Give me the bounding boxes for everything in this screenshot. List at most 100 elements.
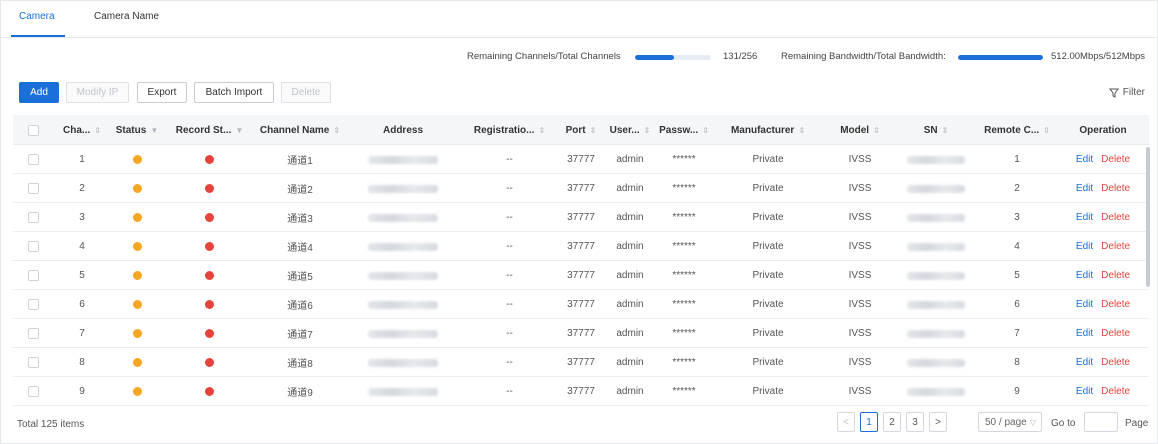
cell-user: admin <box>616 212 644 223</box>
edit-link[interactable]: Edit <box>1076 328 1093 339</box>
edit-link[interactable]: Edit <box>1076 299 1093 310</box>
row-checkbox[interactable] <box>27 386 39 397</box>
cell-user: admin <box>616 386 644 397</box>
modify-ip-button[interactable]: Modify IP <box>66 82 129 103</box>
cell-password: ****** <box>672 328 696 339</box>
filter-icon[interactable]: ▼ <box>235 126 243 135</box>
row-checkbox[interactable] <box>27 183 39 194</box>
column-header-remote-channel[interactable]: Remote C... ⇕ <box>975 115 1059 145</box>
cell-status <box>111 203 163 232</box>
tab-camera[interactable]: Camera <box>19 11 55 22</box>
column-header-manufacturer[interactable]: Manufacturer ⇕ <box>713 115 823 145</box>
select-all-checkbox[interactable] <box>27 124 39 136</box>
sort-icon[interactable]: ⇕ <box>538 126 545 135</box>
column-header-registration[interactable]: Registratio... ⇕ <box>462 115 557 145</box>
bandwidth-progress-fill <box>958 55 1043 60</box>
status-indicator-icon <box>132 213 142 222</box>
delete-link[interactable]: Delete <box>1101 212 1130 223</box>
row-checkbox[interactable] <box>27 299 39 310</box>
column-header-operation: Operation <box>1059 115 1147 145</box>
row-checkbox[interactable] <box>27 241 39 252</box>
delete-button[interactable]: Delete <box>281 82 331 103</box>
filter-button[interactable]: Filter <box>1108 87 1145 98</box>
page-1-button[interactable]: 1 <box>860 412 878 432</box>
column-header-sn[interactable]: SN ⇕ <box>897 115 975 145</box>
cell-address <box>344 319 462 348</box>
chevron-down-icon: ▽ <box>1029 417 1036 427</box>
page-3-button[interactable]: 3 <box>906 412 924 432</box>
sort-icon[interactable]: ⇕ <box>942 126 949 135</box>
page-size-select[interactable]: 50 / page ▽ <box>978 412 1042 432</box>
delete-link[interactable]: Delete <box>1101 299 1130 310</box>
column-header-port[interactable]: Port ⇕ <box>557 115 605 145</box>
cell-remote-channel: 5 <box>1014 270 1020 281</box>
column-header-label: Address <box>382 124 423 136</box>
export-button[interactable]: Export <box>137 82 187 103</box>
edit-link[interactable]: Edit <box>1076 212 1093 223</box>
sort-icon[interactable]: ⇕ <box>1043 126 1050 135</box>
column-header-channel[interactable]: Cha... ⇕ <box>53 115 111 145</box>
table-scrollbar[interactable] <box>1146 147 1150 287</box>
redacted-address <box>368 271 438 280</box>
redacted-sn <box>907 300 965 309</box>
page-2-button[interactable]: 2 <box>883 412 901 432</box>
cell-channel: 2 <box>79 183 85 194</box>
delete-link[interactable]: Delete <box>1101 270 1130 281</box>
sort-icon[interactable]: ⇕ <box>94 126 101 135</box>
column-header-model[interactable]: Model ⇕ <box>823 115 897 145</box>
filter-icon[interactable]: ▼ <box>150 126 158 135</box>
sort-icon[interactable]: ⇕ <box>644 126 651 135</box>
delete-link[interactable]: Delete <box>1101 241 1130 252</box>
sort-icon[interactable]: ⇕ <box>702 126 709 135</box>
edit-link[interactable]: Edit <box>1076 183 1093 194</box>
row-checkbox[interactable] <box>27 270 39 281</box>
edit-link[interactable]: Edit <box>1076 270 1093 281</box>
channels-value: 131/256 <box>723 51 758 62</box>
edit-link[interactable]: Edit <box>1076 386 1093 397</box>
edit-link[interactable]: Edit <box>1076 154 1093 165</box>
goto-page-input[interactable] <box>1084 412 1118 432</box>
delete-link[interactable]: Delete <box>1101 328 1130 339</box>
record-status-icon <box>205 387 214 396</box>
channels-progress-bar <box>635 55 711 60</box>
cell-status <box>111 261 163 290</box>
delete-link[interactable]: Delete <box>1101 357 1130 368</box>
delete-link[interactable]: Delete <box>1101 386 1130 397</box>
sort-icon[interactable]: ⇕ <box>333 126 340 135</box>
cell-sn <box>897 290 975 319</box>
cell-registration: -- <box>506 183 513 194</box>
sort-icon[interactable]: ⇕ <box>590 126 597 135</box>
column-header-password[interactable]: Passw... ⇕ <box>655 115 713 145</box>
add-button[interactable]: Add <box>19 82 59 103</box>
row-checkbox[interactable] <box>27 154 39 165</box>
column-header-user[interactable]: User... ⇕ <box>605 115 655 145</box>
cell-registration: -- <box>506 386 513 397</box>
cell-registration: -- <box>506 270 513 281</box>
column-header-channel-name[interactable]: Channel Name ⇕ <box>256 115 344 145</box>
delete-link[interactable]: Delete <box>1101 154 1130 165</box>
edit-link[interactable]: Edit <box>1076 241 1093 252</box>
cell-record-status <box>163 174 256 203</box>
column-header-label: User... <box>609 124 640 136</box>
row-checkbox[interactable] <box>27 328 39 339</box>
cell-address <box>344 261 462 290</box>
cell-operation: Edit Delete <box>1059 174 1147 203</box>
column-header-status[interactable]: Status ▼ <box>111 115 163 145</box>
tab-camera-name[interactable]: Camera Name <box>94 11 159 22</box>
cell-remote-channel: 2 <box>1014 183 1020 194</box>
edit-link[interactable]: Edit <box>1076 357 1093 368</box>
column-header-record-status[interactable]: Record St... ▼ <box>163 115 256 145</box>
column-header-label: Cha... <box>63 124 91 136</box>
row-checkbox[interactable] <box>27 357 39 368</box>
batch-import-button[interactable]: Batch Import <box>194 82 274 103</box>
sort-icon[interactable]: ⇕ <box>798 126 805 135</box>
delete-link[interactable]: Delete <box>1101 183 1130 194</box>
prev-page-button[interactable]: < <box>837 412 855 432</box>
cell-registration: -- <box>506 154 513 165</box>
cell-record-status <box>163 232 256 261</box>
cell-sn <box>897 145 975 174</box>
row-checkbox[interactable] <box>27 212 39 223</box>
next-page-button[interactable]: > <box>929 412 947 432</box>
sort-icon[interactable]: ⇕ <box>873 126 880 135</box>
cell-status <box>111 348 163 377</box>
